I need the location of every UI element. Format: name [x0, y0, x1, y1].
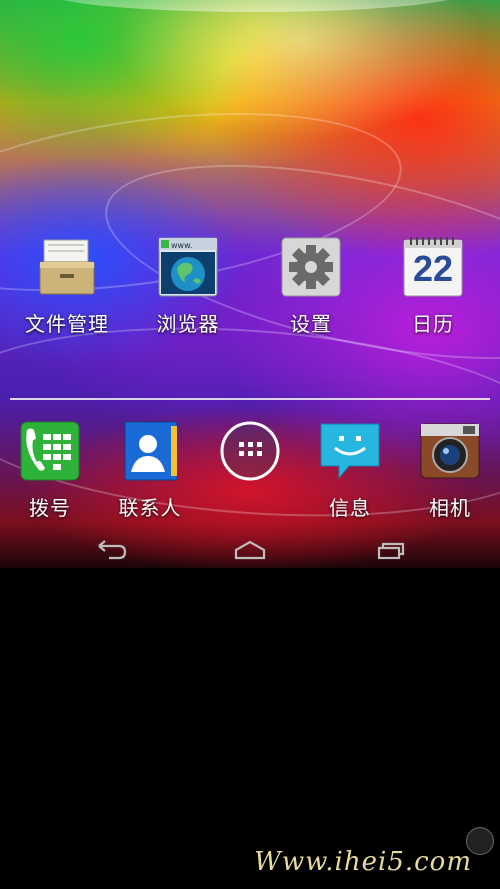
dock-app-drawer[interactable] [195, 420, 305, 492]
app-browser[interactable]: www. 浏览器 [133, 236, 243, 337]
camera-icon [419, 420, 481, 482]
app-label: 信息 [329, 496, 371, 520]
home-icon [234, 540, 266, 560]
watermark-text: Www.ihei5.com [254, 847, 472, 877]
app-file-manager[interactable]: 文件管理 [12, 236, 122, 337]
top-glow [45, 0, 465, 12]
back-icon [98, 540, 127, 560]
app-label: 日历 [412, 312, 454, 336]
dock-app-camera[interactable]: 相机 [395, 420, 500, 521]
recent-apps-button[interactable] [355, 528, 425, 568]
browser-icon: www. [157, 236, 219, 298]
settings-gear-icon [280, 236, 342, 298]
dock-app-messages[interactable]: 信息 [295, 420, 405, 521]
navigation-bar [0, 528, 500, 568]
phone-dialer-icon [19, 420, 81, 482]
app-calendar[interactable]: 22 日历 [378, 236, 488, 337]
recent-apps-icon [377, 542, 405, 560]
dock-app-contacts[interactable]: 联系人 [95, 420, 205, 521]
home-button[interactable] [215, 528, 285, 568]
contacts-icon [119, 420, 181, 482]
app-settings[interactable]: 设置 [256, 236, 366, 337]
app-label: 相机 [429, 496, 471, 520]
app-label: 文件管理 [25, 312, 109, 336]
app-drawer-icon [219, 420, 281, 482]
app-label: 浏览器 [156, 312, 220, 336]
file-manager-icon [36, 236, 98, 298]
app-label: 联系人 [118, 496, 182, 520]
dock-divider [10, 398, 490, 400]
home-screen: 文件管理 www. 浏览器 设置 22 日历 拨号 联系人 信息 相机 [0, 0, 500, 568]
app-label: 设置 [290, 312, 332, 336]
app-label: 拨号 [29, 496, 71, 520]
calendar-icon: 22 [402, 236, 464, 298]
back-button[interactable] [75, 528, 145, 568]
calendar-day: 22 [412, 248, 454, 289]
browser-url-text: www. [171, 241, 192, 250]
dock-app-phone[interactable]: 拨号 [0, 420, 105, 521]
messages-icon [319, 420, 381, 482]
